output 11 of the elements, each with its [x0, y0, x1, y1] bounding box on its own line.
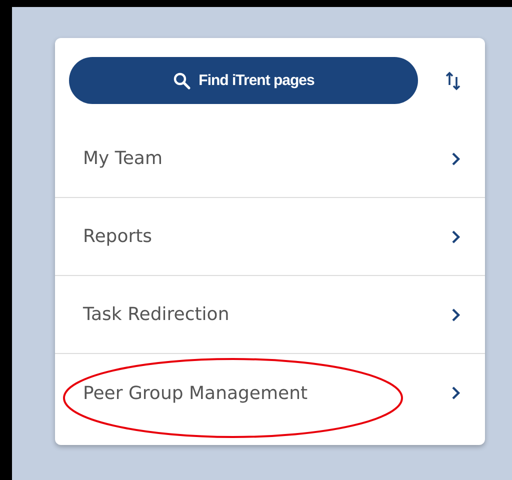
menu-item[interactable]: Peer Group Management [55, 354, 485, 432]
chevron-icon [451, 152, 461, 166]
menu-item[interactable]: Task Redirection [55, 276, 485, 354]
chevron-icon [451, 230, 461, 244]
find-pages-button[interactable]: Find iTrent pages [69, 57, 418, 104]
search-icon [172, 72, 191, 90]
chevron-icon [451, 308, 461, 322]
sort-icon[interactable] [445, 70, 461, 90]
menu-item[interactable]: My Team [55, 120, 485, 198]
chevron-icon [451, 386, 461, 400]
menu-item[interactable]: Reports [55, 198, 485, 276]
